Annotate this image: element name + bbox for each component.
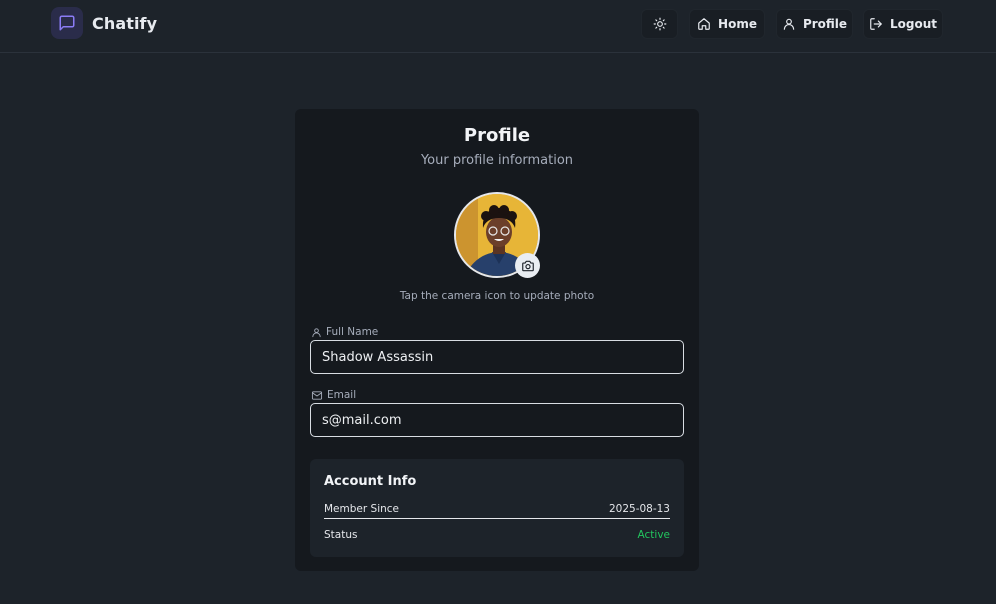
status-badge: Active [637,529,670,541]
status-row: Status Active [324,525,670,545]
chat-bubble-icon [51,7,83,39]
profile-button[interactable]: Profile [776,9,853,39]
full-name-label: Full Name [311,326,378,338]
navbar: Chatify Home Profile Logout [0,0,996,53]
home-icon [698,18,710,30]
home-label: Home [718,17,757,31]
brand[interactable]: Chatify [51,7,157,39]
profile-card: Profile Your profile information Tap the… [295,109,699,571]
full-name-field[interactable]: Shadow Assassin [310,340,684,374]
logout-label: Logout [889,17,937,31]
email-label-text: Email [327,389,357,401]
logout-icon [870,18,882,30]
account-info-title: Account Info [324,474,417,489]
change-photo-button[interactable] [515,253,540,278]
mail-icon [311,390,323,400]
user-icon [783,18,795,30]
theme-toggle-button[interactable] [641,9,678,39]
email-field[interactable]: s@mail.com [310,403,684,437]
sun-icon [653,17,666,31]
logout-button[interactable]: Logout [863,9,943,39]
home-button[interactable]: Home [689,9,765,39]
email-label: Email [311,389,356,401]
member-since-label: Member Since [324,502,399,515]
camera-icon [521,260,534,271]
page-title: Profile [463,125,531,146]
page-subtitle: Your profile information [420,153,574,168]
status-label: Status [324,529,358,541]
photo-hint: Tap the camera icon to update photo [399,290,595,302]
brand-name: Chatify [92,13,158,33]
user-icon [312,327,321,337]
member-since-row: Member Since 2025-08-13 [324,499,670,519]
account-info-panel: Account Info Member Since 2025-08-13 Sta… [310,459,684,557]
full-name-label-text: Full Name [326,326,379,338]
profile-label: Profile [802,17,848,31]
member-since-value: 2025-08-13 [608,502,670,515]
